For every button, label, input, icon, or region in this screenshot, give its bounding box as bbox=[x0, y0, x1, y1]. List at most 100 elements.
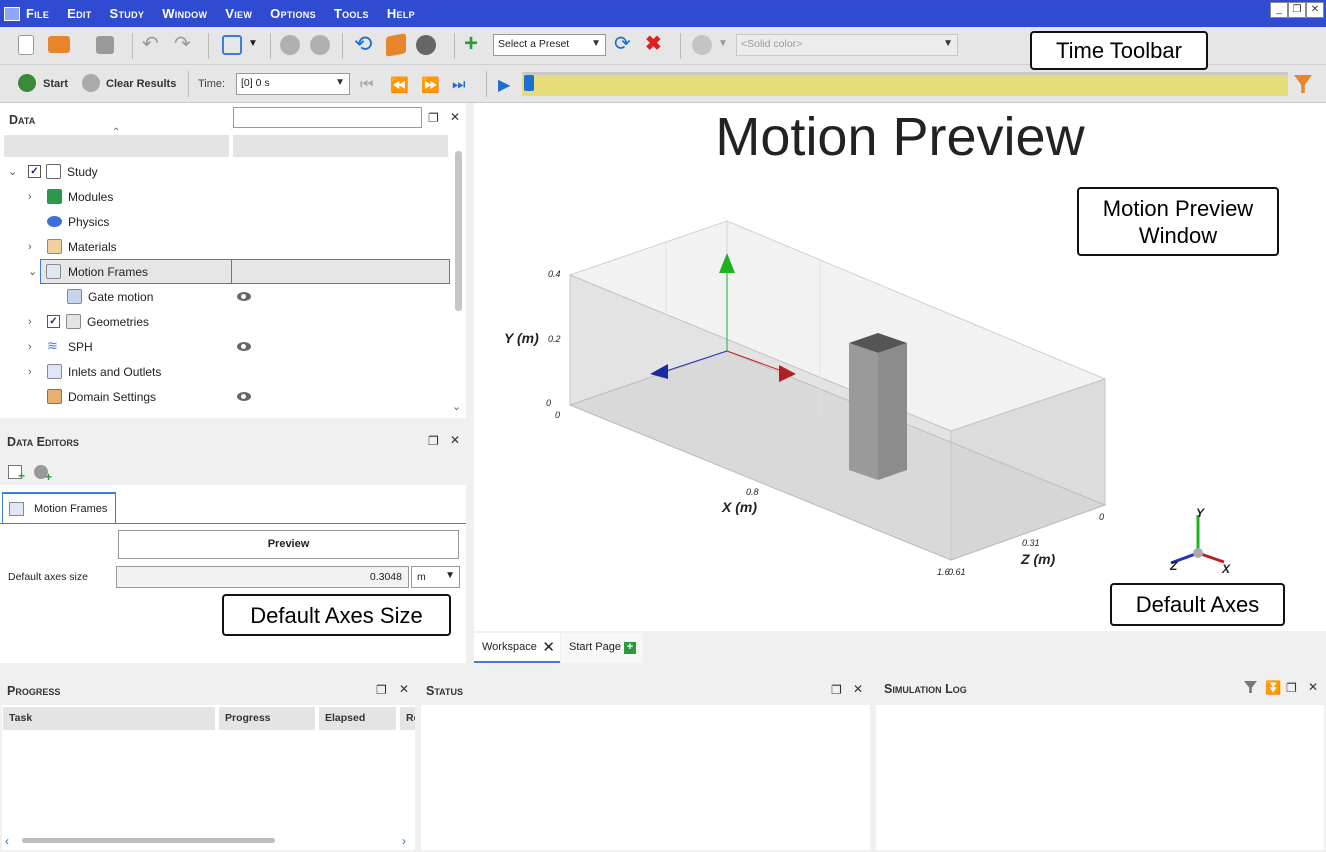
add-item-icon[interactable]: + bbox=[8, 465, 25, 483]
close-window-button[interactable]: ✕ bbox=[1306, 2, 1324, 18]
menu-help[interactable]: Help bbox=[387, 6, 415, 21]
color-palette-icon[interactable] bbox=[692, 35, 712, 55]
refresh-icon[interactable]: ⟳ bbox=[614, 34, 634, 54]
chevron-down-icon[interactable]: ⌄ bbox=[28, 265, 37, 278]
tree-item-geometries[interactable]: › ✓ Geometries bbox=[4, 309, 450, 334]
progress-hscrollbar[interactable] bbox=[22, 838, 275, 843]
chevron-right-icon[interactable]: › bbox=[28, 341, 32, 353]
menu-window[interactable]: Window bbox=[162, 6, 207, 21]
preview-button[interactable]: Preview bbox=[118, 530, 459, 559]
chevron-right-icon[interactable]: › bbox=[28, 241, 32, 253]
add-tab-icon[interactable]: + bbox=[624, 642, 636, 654]
tree-item-inlets-outlets[interactable]: › Inlets and Outlets bbox=[4, 359, 450, 384]
tree-item-gate-motion[interactable]: Gate motion bbox=[4, 284, 450, 309]
tree-item-materials[interactable]: › Materials bbox=[4, 234, 450, 259]
data-search-input[interactable] bbox=[233, 107, 422, 128]
undo-icon[interactable]: ↶ bbox=[142, 34, 162, 55]
study-checkbox[interactable]: ✓ bbox=[28, 165, 41, 178]
start-button[interactable]: Start bbox=[43, 78, 68, 90]
gear-run-icon[interactable] bbox=[310, 35, 330, 55]
column-task[interactable]: Task bbox=[3, 707, 215, 730]
undock-icon[interactable]: ❐ bbox=[831, 683, 842, 697]
tree-item-domain-settings[interactable]: Domain Settings bbox=[4, 384, 450, 409]
menu-file[interactable]: File bbox=[26, 6, 49, 21]
tree-item-modules[interactable]: › Modules bbox=[4, 184, 450, 209]
timeline-slider[interactable] bbox=[522, 72, 1288, 96]
reload-icon[interactable]: ⟲ bbox=[354, 33, 374, 55]
step-forward-icon[interactable]: ⏩ bbox=[421, 76, 440, 94]
scroll-down-icon[interactable]: ⌄ bbox=[452, 400, 461, 413]
undock-icon[interactable]: ❐ bbox=[376, 683, 387, 697]
scroll-left-icon[interactable]: ‹ bbox=[5, 834, 9, 848]
minimize-button[interactable]: _ bbox=[1270, 2, 1288, 18]
undock-icon[interactable]: ❐ bbox=[428, 434, 439, 448]
undock-icon[interactable]: ❐ bbox=[428, 111, 439, 125]
time-select[interactable]: [0] 0 s ▼ bbox=[236, 73, 350, 95]
chevron-right-icon[interactable]: › bbox=[28, 366, 32, 378]
chevron-down-icon[interactable]: ⌄ bbox=[8, 165, 17, 178]
gear-settings-icon[interactable] bbox=[280, 35, 300, 55]
chevron-right-icon[interactable]: › bbox=[28, 316, 32, 328]
new-file-icon[interactable] bbox=[18, 35, 34, 55]
add-icon[interactable]: + bbox=[464, 32, 484, 56]
tree-item-motion-frames[interactable]: ⌄ Motion Frames bbox=[28, 259, 450, 284]
open-folder-icon[interactable] bbox=[48, 36, 70, 53]
last-frame-icon[interactable]: ⏭ bbox=[452, 76, 466, 93]
app-icon[interactable] bbox=[4, 6, 20, 21]
geometries-checkbox[interactable]: ✓ bbox=[47, 315, 60, 328]
tab-workspace[interactable]: Workspace ✕ bbox=[474, 633, 560, 663]
column-elapsed[interactable]: Elapsed bbox=[319, 707, 396, 730]
y-tick: 0.2 bbox=[548, 334, 561, 344]
tree-column-header[interactable] bbox=[4, 135, 229, 157]
clear-results-button[interactable]: Clear Results bbox=[106, 78, 176, 90]
visibility-eye-icon[interactable] bbox=[237, 342, 251, 351]
add-child-icon[interactable]: + bbox=[34, 465, 52, 484]
chevron-down-icon[interactable]: ▼ bbox=[718, 38, 728, 49]
menu-study[interactable]: Study bbox=[110, 6, 145, 21]
tree-item-physics[interactable]: Physics bbox=[4, 209, 450, 234]
preset-select[interactable]: Select a Preset ▼ bbox=[493, 34, 606, 56]
axes-size-input[interactable]: 0.3048 bbox=[116, 566, 409, 588]
visibility-eye-icon[interactable] bbox=[237, 392, 251, 401]
play-icon[interactable]: ▶ bbox=[498, 75, 510, 95]
timeline-filter-icon[interactable] bbox=[1294, 75, 1312, 93]
menu-view[interactable]: View bbox=[225, 6, 252, 21]
motion-preview-viewport[interactable]: Motion Preview Y (m) X (m) Z (m) 0.4 0.2… bbox=[474, 103, 1326, 631]
settings-cube-icon[interactable] bbox=[416, 35, 436, 55]
geometry-box-icon[interactable] bbox=[386, 33, 406, 57]
close-tab-icon[interactable]: ✕ bbox=[542, 638, 555, 656]
first-frame-icon[interactable]: ⏮ bbox=[360, 76, 374, 93]
close-icon[interactable]: ✕ bbox=[399, 682, 409, 696]
tree-scrollbar[interactable] bbox=[455, 151, 462, 311]
tab-start-page[interactable]: Start Page + bbox=[561, 633, 643, 663]
column-progress[interactable]: Progress bbox=[219, 707, 315, 730]
tree-item-study[interactable]: ⌄ ✓ Study bbox=[4, 159, 450, 184]
axes-unit-select[interactable]: m ▼ bbox=[411, 566, 460, 588]
tab-motion-frames[interactable]: Motion Frames bbox=[2, 492, 116, 523]
scroll-to-end-icon[interactable]: ⏬ bbox=[1265, 680, 1281, 696]
close-icon[interactable]: ✕ bbox=[450, 433, 460, 447]
column-remaining[interactable]: Re bbox=[400, 707, 415, 730]
step-back-icon[interactable]: ⏪ bbox=[390, 76, 409, 94]
transform-icon[interactable] bbox=[222, 35, 242, 55]
redo-icon[interactable]: ↷ bbox=[174, 34, 194, 55]
undock-icon[interactable]: ❐ bbox=[1286, 681, 1297, 695]
tree-column-header[interactable] bbox=[233, 135, 448, 157]
visibility-eye-icon[interactable] bbox=[237, 292, 251, 301]
save-icon[interactable] bbox=[96, 36, 114, 54]
tree-item-sph[interactable]: › ≋ SPH bbox=[4, 334, 450, 359]
scroll-right-icon[interactable]: › bbox=[402, 834, 406, 848]
tree-item-label: Physics bbox=[68, 214, 110, 229]
menu-options[interactable]: Options bbox=[270, 6, 316, 21]
close-icon[interactable]: ✕ bbox=[450, 110, 460, 124]
chevron-right-icon[interactable]: › bbox=[28, 191, 32, 203]
chevron-down-icon[interactable]: ▼ bbox=[248, 38, 258, 49]
restore-button[interactable]: ❐ bbox=[1288, 2, 1306, 18]
color-select[interactable]: <Solid color> ▼ bbox=[736, 34, 958, 56]
delete-icon[interactable]: ✖ bbox=[645, 34, 665, 54]
menu-edit[interactable]: Edit bbox=[67, 6, 91, 21]
menu-tools[interactable]: Tools bbox=[334, 6, 369, 21]
close-icon[interactable]: ✕ bbox=[853, 682, 863, 696]
close-icon[interactable]: ✕ bbox=[1308, 680, 1318, 694]
timeline-handle[interactable] bbox=[524, 75, 534, 91]
